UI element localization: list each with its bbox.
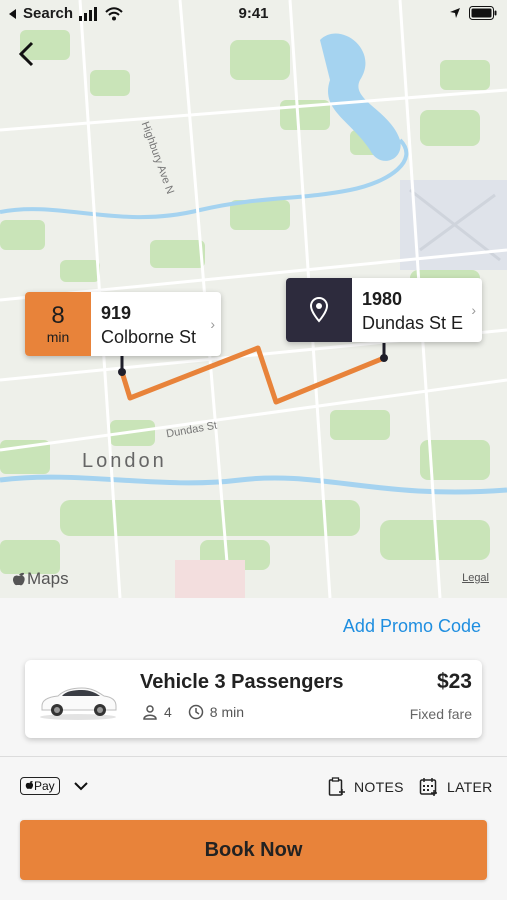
apple-pay-badge: Pay bbox=[20, 777, 60, 795]
notes-label: NOTES bbox=[354, 779, 404, 795]
destination-street: Dundas St E bbox=[362, 313, 464, 333]
later-label: LATER bbox=[447, 779, 493, 795]
notes-icon bbox=[328, 777, 345, 796]
status-bar: Search 9:41 bbox=[0, 0, 507, 28]
notes-button[interactable]: NOTES bbox=[328, 777, 404, 797]
apple-logo-icon bbox=[25, 781, 34, 789]
apple-logo-icon bbox=[13, 572, 25, 586]
eta-value: 8 bbox=[51, 302, 65, 329]
back-button[interactable] bbox=[10, 38, 42, 70]
booking-sheet: Add Promo Code Vehicle 3 Passengers 4 8 … bbox=[0, 598, 507, 900]
chevron-right-icon: › bbox=[471, 302, 476, 318]
payment-selector[interactable]: Pay bbox=[20, 777, 88, 795]
calendar-icon bbox=[419, 778, 437, 796]
vehicle-name: Vehicle 3 Passengers bbox=[140, 671, 344, 693]
location-arrow-icon bbox=[450, 8, 460, 18]
add-promo-code-link[interactable]: Add Promo Code bbox=[343, 616, 481, 637]
eta-badge: 8 min bbox=[25, 292, 91, 356]
battery-icon bbox=[469, 6, 497, 20]
location-pin-icon bbox=[309, 297, 329, 323]
person-icon bbox=[143, 705, 157, 720]
fare-type: Fixed fare bbox=[409, 706, 472, 722]
vehicle-option-card[interactable]: Vehicle 3 Passengers 4 8 min $23 Fixed f… bbox=[25, 660, 482, 738]
origin-street: Colborne St bbox=[101, 327, 197, 347]
origin-callout[interactable]: 8 min 919 Colborne St › bbox=[25, 292, 221, 356]
map-view[interactable]: Highbury Ave N Dundas St London Maps Leg… bbox=[0, 0, 507, 598]
car-icon bbox=[40, 687, 117, 720]
chevron-right-icon: › bbox=[210, 316, 215, 332]
vehicle-price: $23 bbox=[436, 670, 472, 693]
schedule-later-button[interactable]: LATER bbox=[419, 777, 493, 797]
clock-icon bbox=[188, 704, 204, 720]
book-now-button[interactable]: Book Now bbox=[20, 820, 487, 880]
vehicle-meta: 4 8 min bbox=[142, 704, 244, 720]
destination-callout[interactable]: 1980 Dundas St E › bbox=[286, 278, 482, 342]
chevron-down-icon bbox=[73, 782, 88, 791]
origin-number: 919 bbox=[101, 303, 132, 323]
chevron-left-icon bbox=[18, 41, 34, 67]
maps-logo: Maps bbox=[12, 569, 69, 589]
divider bbox=[0, 756, 507, 757]
status-time: 9:41 bbox=[238, 5, 269, 22]
eta-unit: min bbox=[46, 329, 70, 345]
destination-badge bbox=[286, 278, 352, 342]
trip-duration: 8 min bbox=[209, 704, 245, 720]
passenger-count: 4 bbox=[164, 704, 172, 720]
city-label: London bbox=[82, 450, 167, 472]
destination-number: 1980 bbox=[362, 289, 403, 309]
payment-method: Pay bbox=[34, 779, 55, 793]
legal-link[interactable]: Legal bbox=[462, 572, 489, 584]
